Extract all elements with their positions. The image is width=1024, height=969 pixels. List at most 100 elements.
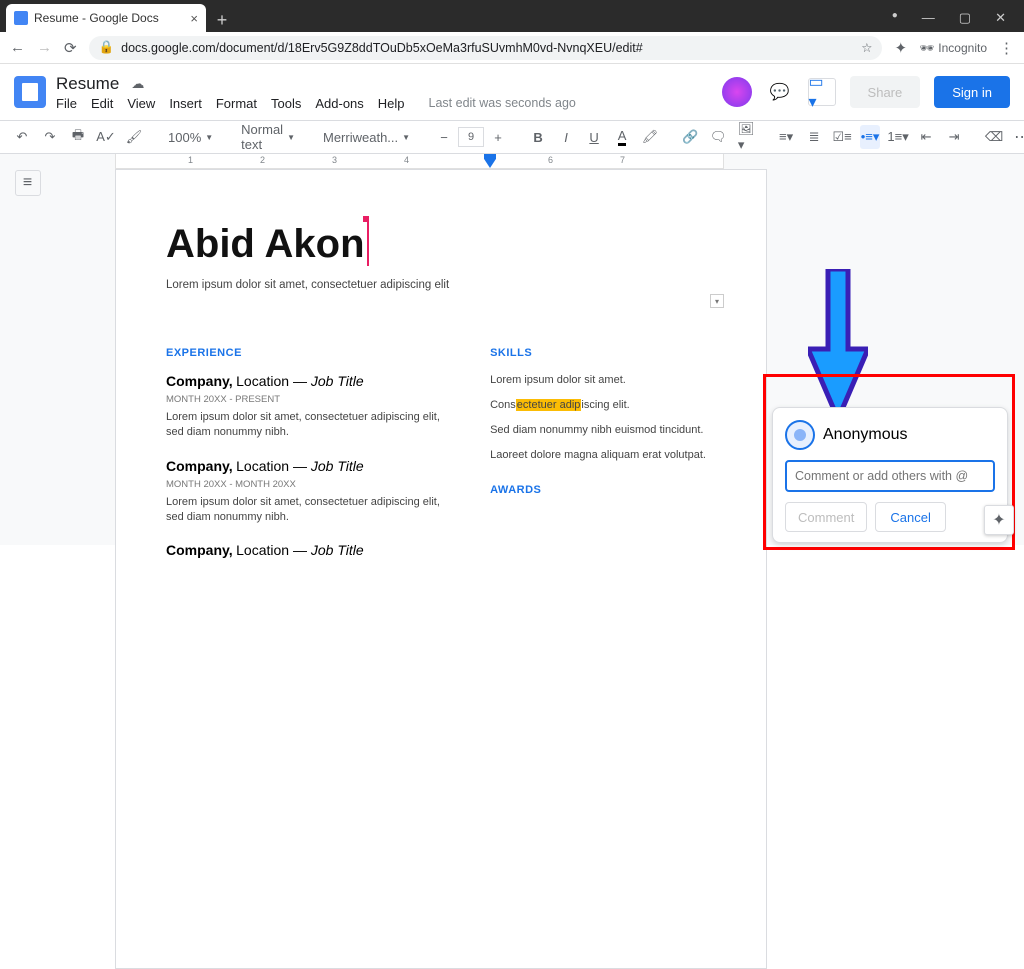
toolbar-more-icon[interactable]: ⋯ — [1012, 125, 1024, 149]
incognito-icon: 🕶 — [919, 41, 934, 55]
underline-icon[interactable]: U — [584, 125, 604, 149]
outline-toggle-icon[interactable]: ≡ — [15, 170, 41, 196]
docs-favicon — [14, 11, 28, 25]
docs-workspace: ≡ 1 2 3 4 6 7 Abid Akon Lorem ipsum dolo… — [0, 154, 1024, 545]
collab-cursor-caret — [367, 222, 369, 266]
tab-title: Resume - Google Docs — [34, 11, 159, 25]
resume-name-heading[interactable]: Abid Akon — [166, 220, 365, 267]
comment-input[interactable] — [785, 460, 995, 492]
job-entry[interactable]: Company, Location — Job Title MONTH 20XX… — [166, 373, 442, 440]
highlight-icon[interactable]: 🖍 — [640, 125, 660, 149]
comment-cancel-button[interactable]: Cancel — [875, 502, 945, 532]
cloud-saved-icon[interactable]: ☁ — [131, 76, 144, 92]
clear-formatting-icon[interactable]: ⌫ — [984, 125, 1004, 149]
sign-in-button[interactable]: Sign in — [934, 76, 1010, 108]
comment-submit-button: Comment — [785, 502, 867, 532]
explore-button[interactable]: ✦ — [984, 505, 1014, 535]
outline-sidebar: ≡ — [0, 154, 55, 545]
menu-help[interactable]: Help — [378, 96, 405, 111]
skill-line[interactable]: Lorem ipsum dolor sit amet. — [490, 373, 716, 388]
open-comments-icon[interactable]: 💬 — [766, 78, 794, 106]
menu-edit[interactable]: Edit — [91, 96, 113, 111]
skills-heading[interactable]: SKILLS — [490, 347, 716, 359]
redo-icon[interactable]: ↷ — [40, 125, 60, 149]
add-comment-icon[interactable]: 🗨 — [708, 125, 728, 149]
section-collapse-icon[interactable]: ▾ — [710, 294, 724, 308]
docs-header: Resume ☁ File Edit View Insert Format To… — [0, 64, 1024, 120]
document-page[interactable]: Abid Akon Lorem ipsum dolor sit amet, co… — [115, 169, 767, 969]
italic-icon[interactable]: I — [556, 125, 576, 149]
spellcheck-icon[interactable]: A✓ — [96, 125, 116, 149]
awards-heading[interactable]: AWARDS — [490, 484, 716, 496]
menu-addons[interactable]: Add-ons — [315, 96, 363, 111]
extensions-icon[interactable]: ✦ — [894, 39, 907, 57]
resume-tagline[interactable]: Lorem ipsum dolor sit amet, consectetuer… — [166, 279, 716, 291]
docs-logo[interactable] — [14, 76, 46, 108]
window-controls: ● — ▢ ✕ — [892, 10, 1024, 32]
line-spacing-icon[interactable]: ≣ — [804, 125, 824, 149]
back-icon[interactable]: ← — [10, 39, 25, 56]
record-icon: ● — [892, 10, 898, 26]
increase-font-icon[interactable]: + — [488, 125, 508, 149]
indent-marker-icon[interactable] — [484, 154, 496, 168]
insert-link-icon[interactable]: 🔗 — [680, 125, 700, 149]
comment-author: Anonymous — [823, 426, 908, 444]
font-size-control[interactable]: − 9 + — [434, 125, 508, 149]
document-area: 1 2 3 4 6 7 Abid Akon Lorem ipsum dolor … — [55, 154, 1024, 545]
menu-format[interactable]: Format — [216, 96, 257, 111]
browser-tabbar: Resume - Google Docs × + ● — ▢ ✕ — [0, 0, 1024, 32]
job-entry[interactable]: Company, Location — Job Title MONTH 20XX… — [166, 458, 442, 525]
lock-icon: 🔒 — [99, 40, 115, 55]
reload-icon[interactable]: ⟳ — [64, 39, 77, 57]
forward-icon: → — [37, 39, 52, 56]
browser-tab[interactable]: Resume - Google Docs × — [6, 4, 206, 32]
experience-heading[interactable]: EXPERIENCE — [166, 347, 442, 359]
comment-avatar — [785, 420, 815, 450]
bulleted-list-icon[interactable]: •≡▾ — [860, 125, 880, 149]
increase-indent-icon[interactable]: ⇥ — [944, 125, 964, 149]
zoom-select[interactable]: 100%▼ — [164, 130, 217, 145]
skill-line-highlighted[interactable]: Consectetuer adipiscing elit. — [490, 398, 716, 413]
insert-image-icon[interactable]: 🖼▾ — [736, 125, 756, 149]
checklist-icon[interactable]: ☑≡ — [832, 125, 852, 149]
font-size-value[interactable]: 9 — [458, 127, 484, 147]
bookmark-star-icon[interactable]: ☆ — [861, 40, 872, 55]
horizontal-ruler[interactable]: 1 2 3 4 6 7 — [115, 154, 724, 169]
decrease-indent-icon[interactable]: ⇤ — [916, 125, 936, 149]
bold-icon[interactable]: B — [528, 125, 548, 149]
menu-tools[interactable]: Tools — [271, 96, 301, 111]
new-tab-button[interactable]: + — [210, 8, 234, 32]
skill-line[interactable]: Laoreet dolore magna aliquam erat volutp… — [490, 448, 716, 463]
last-edit-label[interactable]: Last edit was seconds ago — [429, 96, 576, 110]
present-icon[interactable]: ▭ ▾ — [808, 78, 836, 106]
url-field[interactable]: 🔒 docs.google.com/document/d/18Erv5G9Z8d… — [89, 36, 883, 60]
browser-address-bar: ← → ⟳ 🔒 docs.google.com/document/d/18Erv… — [0, 32, 1024, 64]
incognito-indicator[interactable]: 🕶 Incognito — [919, 41, 987, 55]
doc-title[interactable]: Resume — [56, 74, 119, 94]
print-icon[interactable]: 🖶 — [68, 125, 88, 149]
menu-insert[interactable]: Insert — [169, 96, 202, 111]
font-select[interactable]: Merriweath...▼ — [319, 130, 414, 145]
share-button: Share — [850, 76, 921, 108]
text-color-icon[interactable]: A — [612, 125, 632, 149]
decrease-font-icon[interactable]: − — [434, 125, 454, 149]
maximize-icon[interactable]: ▢ — [959, 10, 971, 26]
job-entry[interactable]: Company, Location — Job Title — [166, 542, 442, 560]
paragraph-style-select[interactable]: Normal text▼ — [237, 122, 299, 152]
close-window-icon[interactable]: ✕ — [995, 10, 1006, 26]
tab-close-icon[interactable]: × — [190, 11, 198, 26]
anon-collaborator-avatar[interactable] — [722, 77, 752, 107]
menu-file[interactable]: File — [56, 96, 77, 111]
docs-menubar: File Edit View Insert Format Tools Add-o… — [56, 96, 576, 111]
numbered-list-icon[interactable]: 1≡▾ — [888, 125, 908, 149]
undo-icon[interactable]: ↶ — [12, 125, 32, 149]
minimize-icon[interactable]: — — [922, 10, 935, 26]
annotation-highlight-box: Anonymous Comment Cancel — [763, 374, 1015, 550]
paint-format-icon[interactable]: 🖌 — [124, 125, 144, 149]
docs-toolbar: ↶ ↷ 🖶 A✓ 🖌 100%▼ Normal text▼ Merriweath… — [0, 120, 1024, 154]
align-icon[interactable]: ≡▾ — [776, 125, 796, 149]
commented-text-highlight: ectetuer adip — [516, 399, 582, 411]
skill-line[interactable]: Sed diam nonummy nibh euismod tincidunt. — [490, 423, 716, 438]
browser-menu-icon[interactable]: ⋮ — [999, 39, 1014, 57]
menu-view[interactable]: View — [127, 96, 155, 111]
